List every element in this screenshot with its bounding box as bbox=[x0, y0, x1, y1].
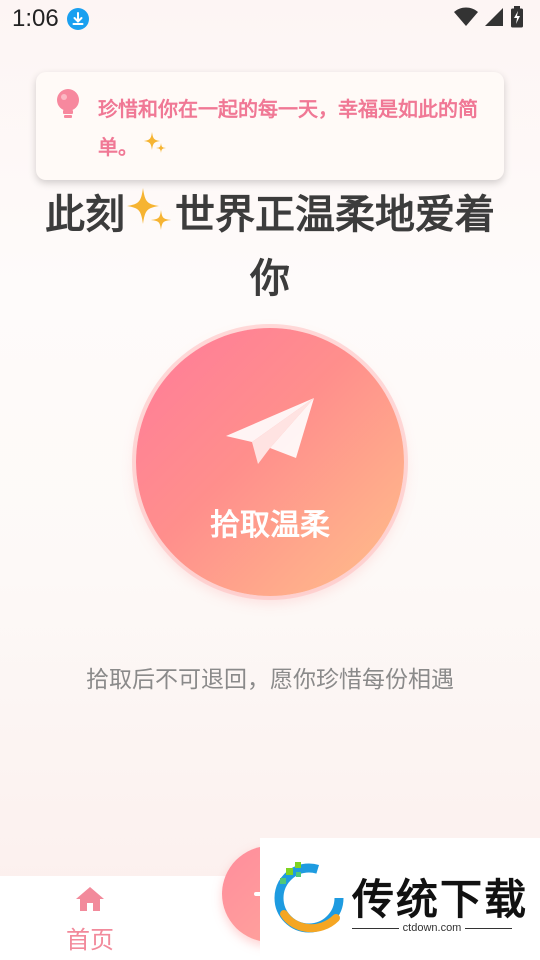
status-left: 1:06 bbox=[12, 5, 89, 33]
watermark-title: 传统下载 bbox=[352, 875, 529, 924]
download-icon bbox=[66, 8, 89, 30]
watermark-url: ctdown.com bbox=[402, 922, 462, 934]
pick-button-label: 拾取温柔 bbox=[210, 508, 330, 543]
divider bbox=[465, 927, 513, 929]
watermark: 传统下载 ctdown.com bbox=[260, 838, 540, 960]
divider bbox=[352, 927, 399, 929]
nav-home[interactable]: 首页 bbox=[50, 886, 130, 955]
sparkle-icon bbox=[125, 186, 175, 251]
status-time: 1:06 bbox=[12, 5, 59, 32]
watermark-url-row: ctdown.com bbox=[352, 922, 513, 934]
tip-card: 珍惜和你在一起的每一天，幸福是如此的简单。 bbox=[36, 72, 504, 180]
paper-plane-icon bbox=[222, 396, 318, 470]
ctdown-logo-icon bbox=[270, 858, 348, 940]
hint-text: 拾取后不可退回，愿你珍惜每份相遇 bbox=[86, 667, 454, 693]
pick-tenderness-button[interactable]: 拾取温柔 bbox=[136, 328, 404, 596]
tip-text: 珍惜和你在一起的每一天，幸福是如此的简单。 bbox=[98, 90, 480, 168]
home-icon bbox=[75, 886, 105, 916]
status-right bbox=[454, 6, 524, 32]
status-bar: 1:06 bbox=[0, 0, 540, 38]
sparkle-icon bbox=[142, 130, 168, 168]
lightbulb-icon bbox=[54, 88, 82, 124]
nav-home-label: 首页 bbox=[66, 926, 114, 954]
headline-part2: 世界正温柔地爱着你 bbox=[175, 192, 495, 302]
headline: 此刻 世界正温柔地爱着你 bbox=[0, 186, 540, 307]
signal-icon bbox=[484, 7, 504, 31]
battery-icon bbox=[510, 6, 524, 32]
wifi-icon bbox=[454, 7, 478, 31]
headline-part1: 此刻 bbox=[45, 192, 125, 238]
